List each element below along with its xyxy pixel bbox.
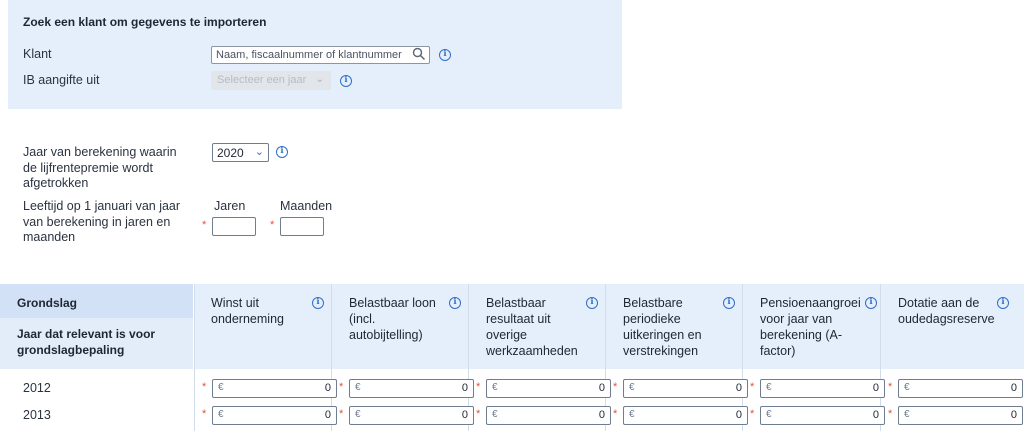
age-label: Leeftijd op 1 januari van jaar van berek… <box>23 199 181 244</box>
ib-year-select: Selecteer een jaar ⌄ <box>211 71 331 90</box>
required-marker: * <box>339 381 344 393</box>
amount-value: 0 <box>461 382 468 394</box>
required-marker: * <box>202 408 207 420</box>
amount-value: 0 <box>598 409 605 421</box>
required-marker: * <box>270 219 275 231</box>
column-header-pensioenaangroei: Pensioenaangroei voor jaar van berekenin… <box>760 296 861 358</box>
year-relevant-header-label: Jaar dat relevant is voor grondslagbepal… <box>17 327 156 357</box>
column-header-overige-werkzaamheden: Belastbaar resultaat uit overige werkzaa… <box>486 296 578 358</box>
required-marker: * <box>888 381 893 393</box>
info-icon[interactable]: i <box>340 75 352 87</box>
required-marker: * <box>339 408 344 420</box>
required-marker: * <box>613 381 618 393</box>
info-icon[interactable]: i <box>439 49 451 61</box>
amount-value: 0 <box>1010 409 1017 421</box>
ib-year-select-value: Selecteer een jaar <box>217 74 307 86</box>
required-marker: * <box>202 381 207 393</box>
search-panel-title: Zoek een klant om gegevens te importeren <box>23 15 267 29</box>
amount-input[interactable]: €0 <box>212 406 337 425</box>
column-header-loon: Belastbaar loon (incl. autobijtelling) <box>349 296 436 342</box>
amount-input[interactable]: €0 <box>623 379 748 398</box>
column-header-winst: Winst uit onderneming <box>211 296 284 326</box>
currency-symbol: € <box>355 382 361 393</box>
amount-input[interactable]: €0 <box>349 379 474 398</box>
amount-input[interactable]: €0 <box>486 406 611 425</box>
amount-value: 0 <box>872 382 879 394</box>
info-icon[interactable]: i <box>865 297 877 309</box>
calculation-year-value: 2020 <box>217 146 244 160</box>
amount-input[interactable]: €0 <box>623 406 748 425</box>
calculation-year-label: Jaar van berekening waarin de lijfrentep… <box>23 145 177 190</box>
currency-symbol: € <box>766 409 772 420</box>
required-marker: * <box>613 408 618 420</box>
currency-symbol: € <box>629 409 635 420</box>
amount-input[interactable]: €0 <box>349 406 474 425</box>
amount-value: 0 <box>735 409 742 421</box>
currency-symbol: € <box>492 382 498 393</box>
currency-symbol: € <box>766 382 772 393</box>
info-icon[interactable]: i <box>723 297 735 309</box>
client-search-input[interactable] <box>211 46 430 64</box>
required-marker: * <box>888 408 893 420</box>
currency-symbol: € <box>218 382 224 393</box>
calculation-year-select[interactable]: 2020 ⌄ <box>212 143 269 162</box>
ib-aangifte-label: IB aangifte uit <box>23 73 100 87</box>
amount-value: 0 <box>598 382 605 394</box>
amount-input[interactable]: €0 <box>760 379 885 398</box>
age-months-input[interactable] <box>280 217 324 236</box>
currency-symbol: € <box>355 409 361 420</box>
amount-input[interactable]: €0 <box>898 379 1023 398</box>
currency-symbol: € <box>218 409 224 420</box>
client-label: Klant <box>23 47 52 61</box>
client-search-panel: Zoek een klant om gegevens te importeren… <box>8 0 622 109</box>
currency-symbol: € <box>904 382 910 393</box>
column-divider <box>194 284 195 431</box>
required-marker: * <box>476 408 481 420</box>
age-years-input[interactable] <box>212 217 256 236</box>
months-label: Maanden <box>280 199 333 213</box>
amount-value: 0 <box>324 382 331 394</box>
row-year-2012: 2012 <box>23 381 51 395</box>
amount-input[interactable]: €0 <box>898 406 1023 425</box>
required-marker: * <box>476 381 481 393</box>
search-icon[interactable] <box>412 47 426 61</box>
chevron-down-icon: ⌄ <box>254 146 264 158</box>
info-icon[interactable]: i <box>312 297 324 309</box>
amount-input[interactable]: €0 <box>486 379 611 398</box>
years-label: Jaren <box>214 199 246 213</box>
amount-value: 0 <box>735 382 742 394</box>
chevron-down-icon: ⌄ <box>315 74 324 85</box>
amount-value: 0 <box>1010 382 1017 394</box>
required-marker: * <box>750 381 755 393</box>
currency-symbol: € <box>904 409 910 420</box>
column-header-oudedagsreserve: Dotatie aan de oudedagsreserve <box>898 296 995 326</box>
amount-input[interactable]: €0 <box>212 379 337 398</box>
row-year-2013: 2013 <box>23 408 51 422</box>
currency-symbol: € <box>492 409 498 420</box>
amount-value: 0 <box>872 409 879 421</box>
amount-value: 0 <box>324 409 331 421</box>
basis-header-label: Grondslag <box>17 296 78 310</box>
required-marker: * <box>750 408 755 420</box>
info-icon[interactable]: i <box>276 146 288 158</box>
amount-input[interactable]: €0 <box>760 406 885 425</box>
info-icon[interactable]: i <box>449 297 461 309</box>
info-icon[interactable]: i <box>586 297 598 309</box>
amount-value: 0 <box>461 409 468 421</box>
required-marker: * <box>202 219 207 231</box>
column-header-periodieke-uitkeringen: Belastbare periodieke uitkeringen en ver… <box>623 296 702 358</box>
info-icon[interactable]: i <box>997 297 1009 309</box>
currency-symbol: € <box>629 382 635 393</box>
